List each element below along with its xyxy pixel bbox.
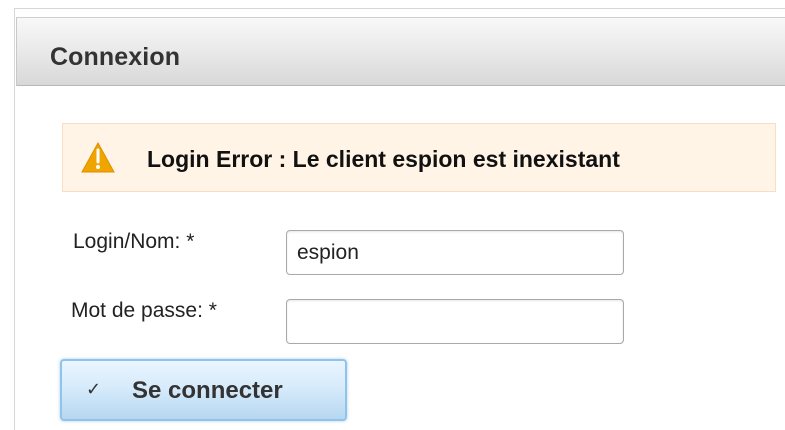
login-panel: Connexion Login Error : Le client espion… — [14, 8, 785, 430]
login-error-alert: Login Error : Le client espion est inexi… — [62, 123, 776, 192]
login-error-message: Login Error : Le client espion est inexi… — [147, 146, 620, 172]
login-input[interactable] — [286, 230, 624, 275]
login-submit-label: Se connecter — [132, 377, 283, 404]
login-submit-button[interactable]: ✓ Se connecter — [60, 359, 347, 421]
panel-header: Connexion — [16, 17, 785, 86]
panel-title: Connexion — [50, 43, 181, 71]
password-input[interactable] — [286, 299, 624, 344]
password-label: Mot de passe: * — [71, 299, 217, 322]
warning-icon — [81, 142, 115, 173]
login-label: Login/Nom: * — [73, 230, 195, 253]
check-icon: ✓ — [86, 379, 102, 400]
